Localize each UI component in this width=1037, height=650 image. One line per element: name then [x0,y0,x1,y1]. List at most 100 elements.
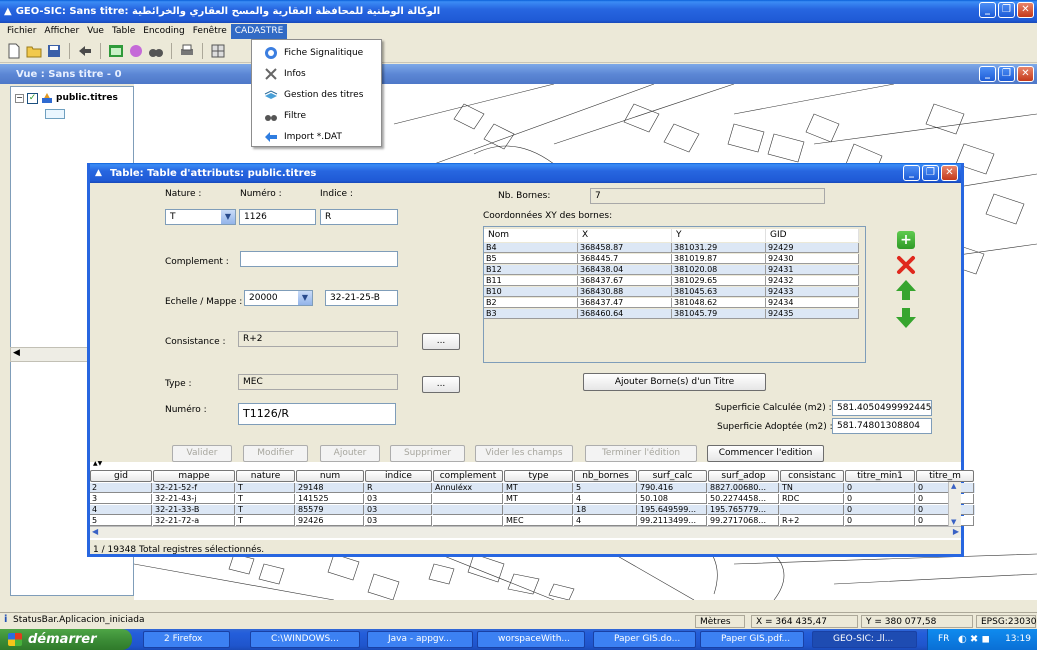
grid-column-header[interactable]: complement [433,470,503,482]
bornes-col-nom[interactable]: Nom [484,229,578,242]
bornes-row[interactable]: B4 368458.87 381031.29 92429 [484,243,859,253]
add-borne-button[interactable]: + [897,231,915,249]
grid-row[interactable]: 2 32-21-52-f T 29148 R Annuléxx MT 5 790.416 8827… [90,483,975,493]
save-icon[interactable] [46,43,62,59]
chevron-down-icon[interactable]: ▼ [221,210,235,224]
menu-item-import-dat[interactable]: Import *.DAT [252,126,381,147]
binoculars-icon[interactable] [148,43,164,59]
menu-vue[interactable]: Vue [83,24,108,39]
consistance-browse-button[interactable]: ... [422,333,460,350]
commencer-edition-button[interactable]: Commencer l'edition [707,445,824,462]
bornes-col-gid[interactable]: GID [766,229,859,242]
sup-calc-field[interactable]: 581.4050499992445 [832,400,932,416]
view-title-bar[interactable]: Vue : Sans titre - 0 _ ❐ ✕ [0,64,1037,84]
ajouter-bornes-button[interactable]: Ajouter Borne(s) d'un Titre [583,373,766,391]
task-workspace[interactable]: worspaceWith... [477,631,585,648]
task-windows-explorer[interactable]: C:\WINDOWS... [250,631,360,648]
grid-row[interactable]: 5 32-21-72-a T 92426 03 MEC 4 99.2113499... 99.2… [90,516,975,526]
grid-column-header[interactable]: mappe [153,470,235,482]
grid-vertical-scrollbar[interactable]: ▲ ▼ [948,482,961,526]
type-browse-button[interactable]: ... [422,376,460,393]
supprimer-button[interactable]: Supprimer [390,445,465,462]
menu-table[interactable]: Table [108,24,139,39]
move-down-button[interactable] [895,307,917,329]
menu-encoding[interactable]: Encoding [139,24,188,39]
modifier-button[interactable]: Modifier [243,445,308,462]
valider-button[interactable]: Valider [172,445,232,462]
grid-column-header[interactable]: nature [236,470,295,482]
view-maximize-button[interactable]: ❐ [998,66,1015,82]
bornes-col-y[interactable]: Y [672,229,766,242]
bornes-row[interactable]: B5 368445.7 381019.87 92430 [484,254,859,264]
layer-row[interactable]: − ✓ public.titres [15,92,118,104]
bornes-row[interactable]: B12 368438.04 381020.08 92431 [484,265,859,275]
grid-column-header[interactable]: titre_m [916,470,974,482]
menu-item-infos[interactable]: Infos [252,63,381,84]
echelle-select[interactable]: 20000 ▼ [244,290,313,306]
indice-input[interactable]: R [320,209,398,225]
scroll-left-icon[interactable]: ◀ [13,348,20,358]
grid-icon[interactable] [210,43,226,59]
dialog-close-button[interactable]: ✕ [941,165,958,181]
task-java[interactable]: Java - appgv... [367,631,473,648]
grid-row[interactable]: 3 32-21-43-j T 141525 03 MT 4 50.108 50.2274458.… [90,494,975,504]
dialog-maximize-button[interactable]: ❐ [922,165,939,181]
scroll-right-icon[interactable]: ▶ [953,527,959,536]
grid-column-header[interactable]: surf_adop [708,470,779,482]
open-folder-icon[interactable] [26,43,42,59]
grid-column-header[interactable]: titre_min1 [845,470,915,482]
move-up-button[interactable] [895,279,917,301]
view-minimize-button[interactable]: _ [979,66,996,82]
grid-horizontal-scrollbar[interactable]: ◀ ▶ [90,526,961,538]
layers-icon[interactable] [128,43,144,59]
dialog-minimize-button[interactable]: _ [903,165,920,181]
menu-item-gestion-des-titres[interactable]: Gestion des titres [252,84,381,105]
task-paper-doc[interactable]: Paper GIS.do... [593,631,696,648]
grid-column-header[interactable]: type [504,470,573,482]
ajouter-button[interactable]: Ajouter [320,445,380,462]
start-button[interactable]: démarrer [0,629,132,650]
task-geo-sic[interactable]: GEO-SIC: الـ... [812,631,917,648]
maximize-button[interactable]: ❐ [998,2,1015,18]
table-icon[interactable] [108,43,124,59]
bornes-row[interactable]: B3 368460.64 381045.79 92435 [484,309,859,319]
print-icon[interactable] [179,43,195,59]
bornes-row[interactable]: B11 368437.67 381029.65 92432 [484,276,859,286]
complement-input[interactable] [240,251,398,267]
bornes-row[interactable]: B10 368430.88 381045.63 92433 [484,287,859,297]
scroll-up-icon[interactable]: ▲ [951,482,956,490]
task-firefox[interactable]: 2 Firefox [143,631,230,648]
scroll-down-icon[interactable]: ▼ [951,518,956,526]
layer-checkbox[interactable]: ✓ [27,92,38,104]
menu-fenetre[interactable]: Fenêtre [189,24,231,39]
main-title-bar[interactable]: ▲ الوكالة الوطنية للمحافظة العقارية والم… [0,0,1037,23]
bornes-row[interactable]: B2 368437.47 381048.62 92434 [484,298,859,308]
grid-column-header[interactable]: num [296,470,364,482]
scroll-left-icon[interactable]: ◀ [92,527,98,536]
nature-select[interactable]: T ▼ [165,209,236,225]
menu-item-filtre[interactable]: Filtre [252,105,381,126]
bornes-col-x[interactable]: X [578,229,672,242]
delete-borne-button[interactable] [896,255,916,275]
menu-afficher[interactable]: Afficher [40,24,83,39]
tree-expand-icon[interactable]: − [15,93,24,103]
vider-champs-button[interactable]: Vider les champs [475,445,573,462]
numero-titre-field[interactable]: T1126/R [238,403,396,425]
dialog-title-bar[interactable]: ▲ Table: Table d'attributs: public.titre… [90,163,961,183]
language-indicator[interactable]: FR [938,629,949,650]
menu-cadastre[interactable]: CADASTRE [230,24,288,39]
menu-fichier[interactable]: Fichier [3,24,40,39]
terminer-edition-button[interactable]: Terminer l'édition [585,445,697,462]
grid-column-header[interactable]: consistanc [780,470,844,482]
sup-adop-field[interactable]: 581.74801308804 [832,418,932,434]
close-button[interactable]: ✕ [1017,2,1034,18]
grid-column-header[interactable]: indice [365,470,432,482]
numero-input[interactable]: 1126 [239,209,316,225]
back-arrow-icon[interactable] [77,43,93,59]
minimize-button[interactable]: _ [979,2,996,18]
view-close-button[interactable]: ✕ [1017,66,1034,82]
tray-icons[interactable]: ◐ ✖ ◼ [958,629,990,650]
mappe-input[interactable]: 32-21-25-B [325,290,398,306]
grid-column-header[interactable]: nb_bornes [574,470,637,482]
chevron-down-icon[interactable]: ▼ [298,291,312,305]
